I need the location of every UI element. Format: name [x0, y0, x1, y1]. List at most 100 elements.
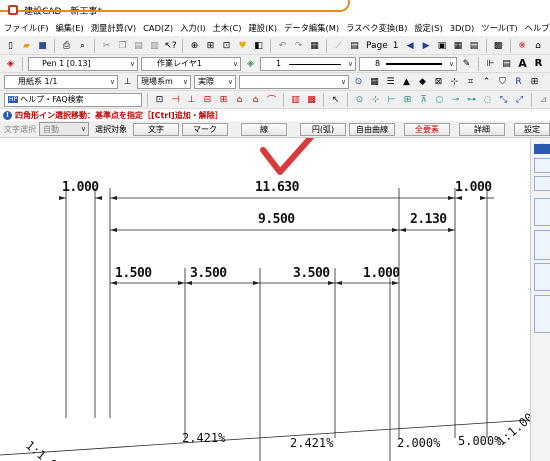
layer-combo[interactable]: 作業レイヤ1 ∨: [141, 56, 241, 71]
zoom-icon[interactable]: ⊕: [188, 39, 201, 52]
draw-house-icon[interactable]: ⌂: [249, 93, 262, 106]
help-search-field[interactable]: HP ヘルプ・FAQ検索: [4, 92, 142, 107]
list-icon[interactable]: ☰: [384, 75, 397, 88]
draw-line-icon[interactable]: ⊣: [169, 93, 182, 106]
scale-icon[interactable]: ⊥: [121, 75, 134, 88]
paper-combo[interactable]: 用紙系 1/1 ∨: [4, 74, 118, 89]
panel-cell[interactable]: [534, 295, 550, 333]
tool-b-icon[interactable]: ⊠: [432, 75, 445, 88]
menu-cad[interactable]: CAD(Z): [143, 23, 173, 33]
auto-combo[interactable]: 自動 ∨: [39, 122, 89, 136]
panel-cell[interactable]: [534, 263, 550, 291]
menu-civil[interactable]: 土木(C): [213, 22, 242, 34]
actual-combo[interactable]: 実際 ∨: [194, 74, 236, 89]
panel-cell[interactable]: [534, 176, 550, 191]
menu-edit[interactable]: 編集(E): [55, 22, 83, 34]
mark-target-button[interactable]: マーク: [182, 122, 228, 136]
menu-3d[interactable]: 3D(D): [450, 23, 475, 33]
layout-icon[interactable]: ▩: [492, 39, 505, 52]
redo-icon[interactable]: ↷: [292, 39, 305, 52]
draw-box-icon[interactable]: ⊞: [217, 93, 230, 106]
menu-survey[interactable]: 測量計算(V): [91, 22, 136, 34]
draw-rect-icon[interactable]: ⊟: [201, 93, 214, 106]
open-folder-icon[interactable]: ▰: [20, 39, 33, 52]
grid-icon[interactable]: ▦: [368, 75, 381, 88]
panel-cell[interactable]: [534, 230, 550, 260]
cut-icon[interactable]: ✂: [100, 39, 113, 52]
tool-a-icon[interactable]: ◆: [416, 75, 429, 88]
snap-a-icon[interactable]: ⊙: [353, 93, 366, 106]
blank-combo[interactable]: ∨: [239, 74, 349, 89]
draw-arc-icon[interactable]: ⌒: [265, 93, 278, 106]
all-elements-button[interactable]: 全要素: [404, 122, 450, 136]
tool-e-icon[interactable]: ⌃: [480, 75, 493, 88]
line-target-button[interactable]: 線: [241, 122, 287, 136]
snap-k-icon[interactable]: ⤢: [513, 93, 526, 106]
drawing-canvas[interactable]: 1.000 11.630 1.000 9.500 2.130 1.500 3.5…: [0, 138, 530, 461]
fill-region-icon[interactable]: ▥: [289, 93, 302, 106]
menu-building[interactable]: 建設(K): [249, 22, 278, 34]
snap-g-icon[interactable]: ⊸: [449, 93, 462, 106]
paste-icon[interactable]: ▤: [132, 39, 145, 52]
bulb-icon[interactable]: ♥: [236, 39, 249, 52]
snap-d-icon[interactable]: ⊞: [401, 93, 414, 106]
text-icon[interactable]: A: [516, 57, 529, 70]
snap-i-icon[interactable]: ◌: [481, 93, 494, 106]
measure-icon[interactable]: ⟋: [332, 39, 345, 52]
pen-settings-icon[interactable]: ◈: [4, 57, 17, 70]
snap-j-icon[interactable]: ⤡: [497, 93, 510, 106]
snap-h-icon[interactable]: ⊶: [465, 93, 478, 106]
undo-icon[interactable]: ↶: [276, 39, 289, 52]
page-menu-icon[interactable]: ▣: [436, 39, 449, 52]
tool-r-icon[interactable]: R: [512, 75, 525, 88]
pointer-icon[interactable]: ↖: [329, 93, 342, 106]
tool-d-icon[interactable]: ⌗: [464, 75, 477, 88]
text-bold-icon[interactable]: R: [532, 57, 545, 70]
site-system-combo[interactable]: 現場系m ∨: [137, 74, 191, 89]
menu-data-edit[interactable]: データ編集(M): [284, 22, 339, 34]
layer-icon[interactable]: ◈: [244, 57, 257, 70]
zoom-window-icon[interactable]: ⊞: [204, 39, 217, 52]
snap-f-icon[interactable]: ○: [433, 93, 446, 106]
color-combo[interactable]: 8 ∨: [359, 56, 457, 71]
zoom-all-icon[interactable]: ⊡: [220, 39, 233, 52]
text-target-button[interactable]: 文字: [133, 122, 179, 136]
snap-c-icon[interactable]: ⊢: [385, 93, 398, 106]
circle-target-button[interactable]: 円(弧): [300, 122, 346, 136]
menu-file[interactable]: ファイル(F): [4, 22, 48, 34]
print-icon[interactable]: ⎙: [60, 39, 73, 52]
menu-input[interactable]: 入力(I): [180, 22, 206, 34]
panel-cell[interactable]: [534, 198, 550, 226]
pencil-icon[interactable]: ✎: [460, 57, 473, 70]
hatch-icon[interactable]: ▤: [500, 57, 513, 70]
page-grid-icon[interactable]: ▦: [452, 39, 465, 52]
page-setup-icon[interactable]: ▤: [348, 39, 361, 52]
draw-region-icon[interactable]: ⊡: [153, 93, 166, 106]
whats-this-icon[interactable]: ↖?: [164, 39, 177, 52]
freecurve-target-button[interactable]: 自由曲線: [349, 122, 395, 136]
zoom-select-icon[interactable]: ◧: [252, 39, 265, 52]
detail-button[interactable]: 詳細: [459, 122, 505, 136]
snap-icon[interactable]: ⊙: [352, 75, 365, 88]
draw-home-icon[interactable]: ⌂: [233, 93, 246, 106]
refresh-icon[interactable]: ▦: [308, 39, 321, 52]
menu-help[interactable]: ヘルプ(H): [525, 22, 550, 34]
next-page-icon[interactable]: ▶: [420, 39, 433, 52]
tool-c-icon[interactable]: ⊹: [448, 75, 461, 88]
new-file-icon[interactable]: ▯: [4, 39, 17, 52]
network-icon[interactable]: ※: [516, 39, 529, 52]
menu-settings[interactable]: 設定(S): [414, 22, 442, 34]
triangle-icon[interactable]: ⌂: [532, 39, 545, 52]
line-combo[interactable]: 1 ∨: [260, 56, 356, 71]
snap-b-icon[interactable]: ⊹: [369, 93, 382, 106]
tool-g-icon[interactable]: ⊞: [528, 75, 541, 88]
snap-l-icon[interactable]: ⊿: [537, 93, 550, 106]
menu-tools[interactable]: ツール(T): [481, 22, 517, 34]
preview-icon[interactable]: ⌕: [76, 39, 89, 52]
panel-cell[interactable]: [534, 158, 550, 173]
draw-line2-icon[interactable]: ⊥: [185, 93, 198, 106]
fill-block-icon[interactable]: ▩: [305, 93, 318, 106]
page-list-icon[interactable]: ▤: [468, 39, 481, 52]
settings-button[interactable]: 設定: [514, 122, 550, 136]
menu-raster-vector[interactable]: ラスベク変換(B): [346, 22, 407, 34]
